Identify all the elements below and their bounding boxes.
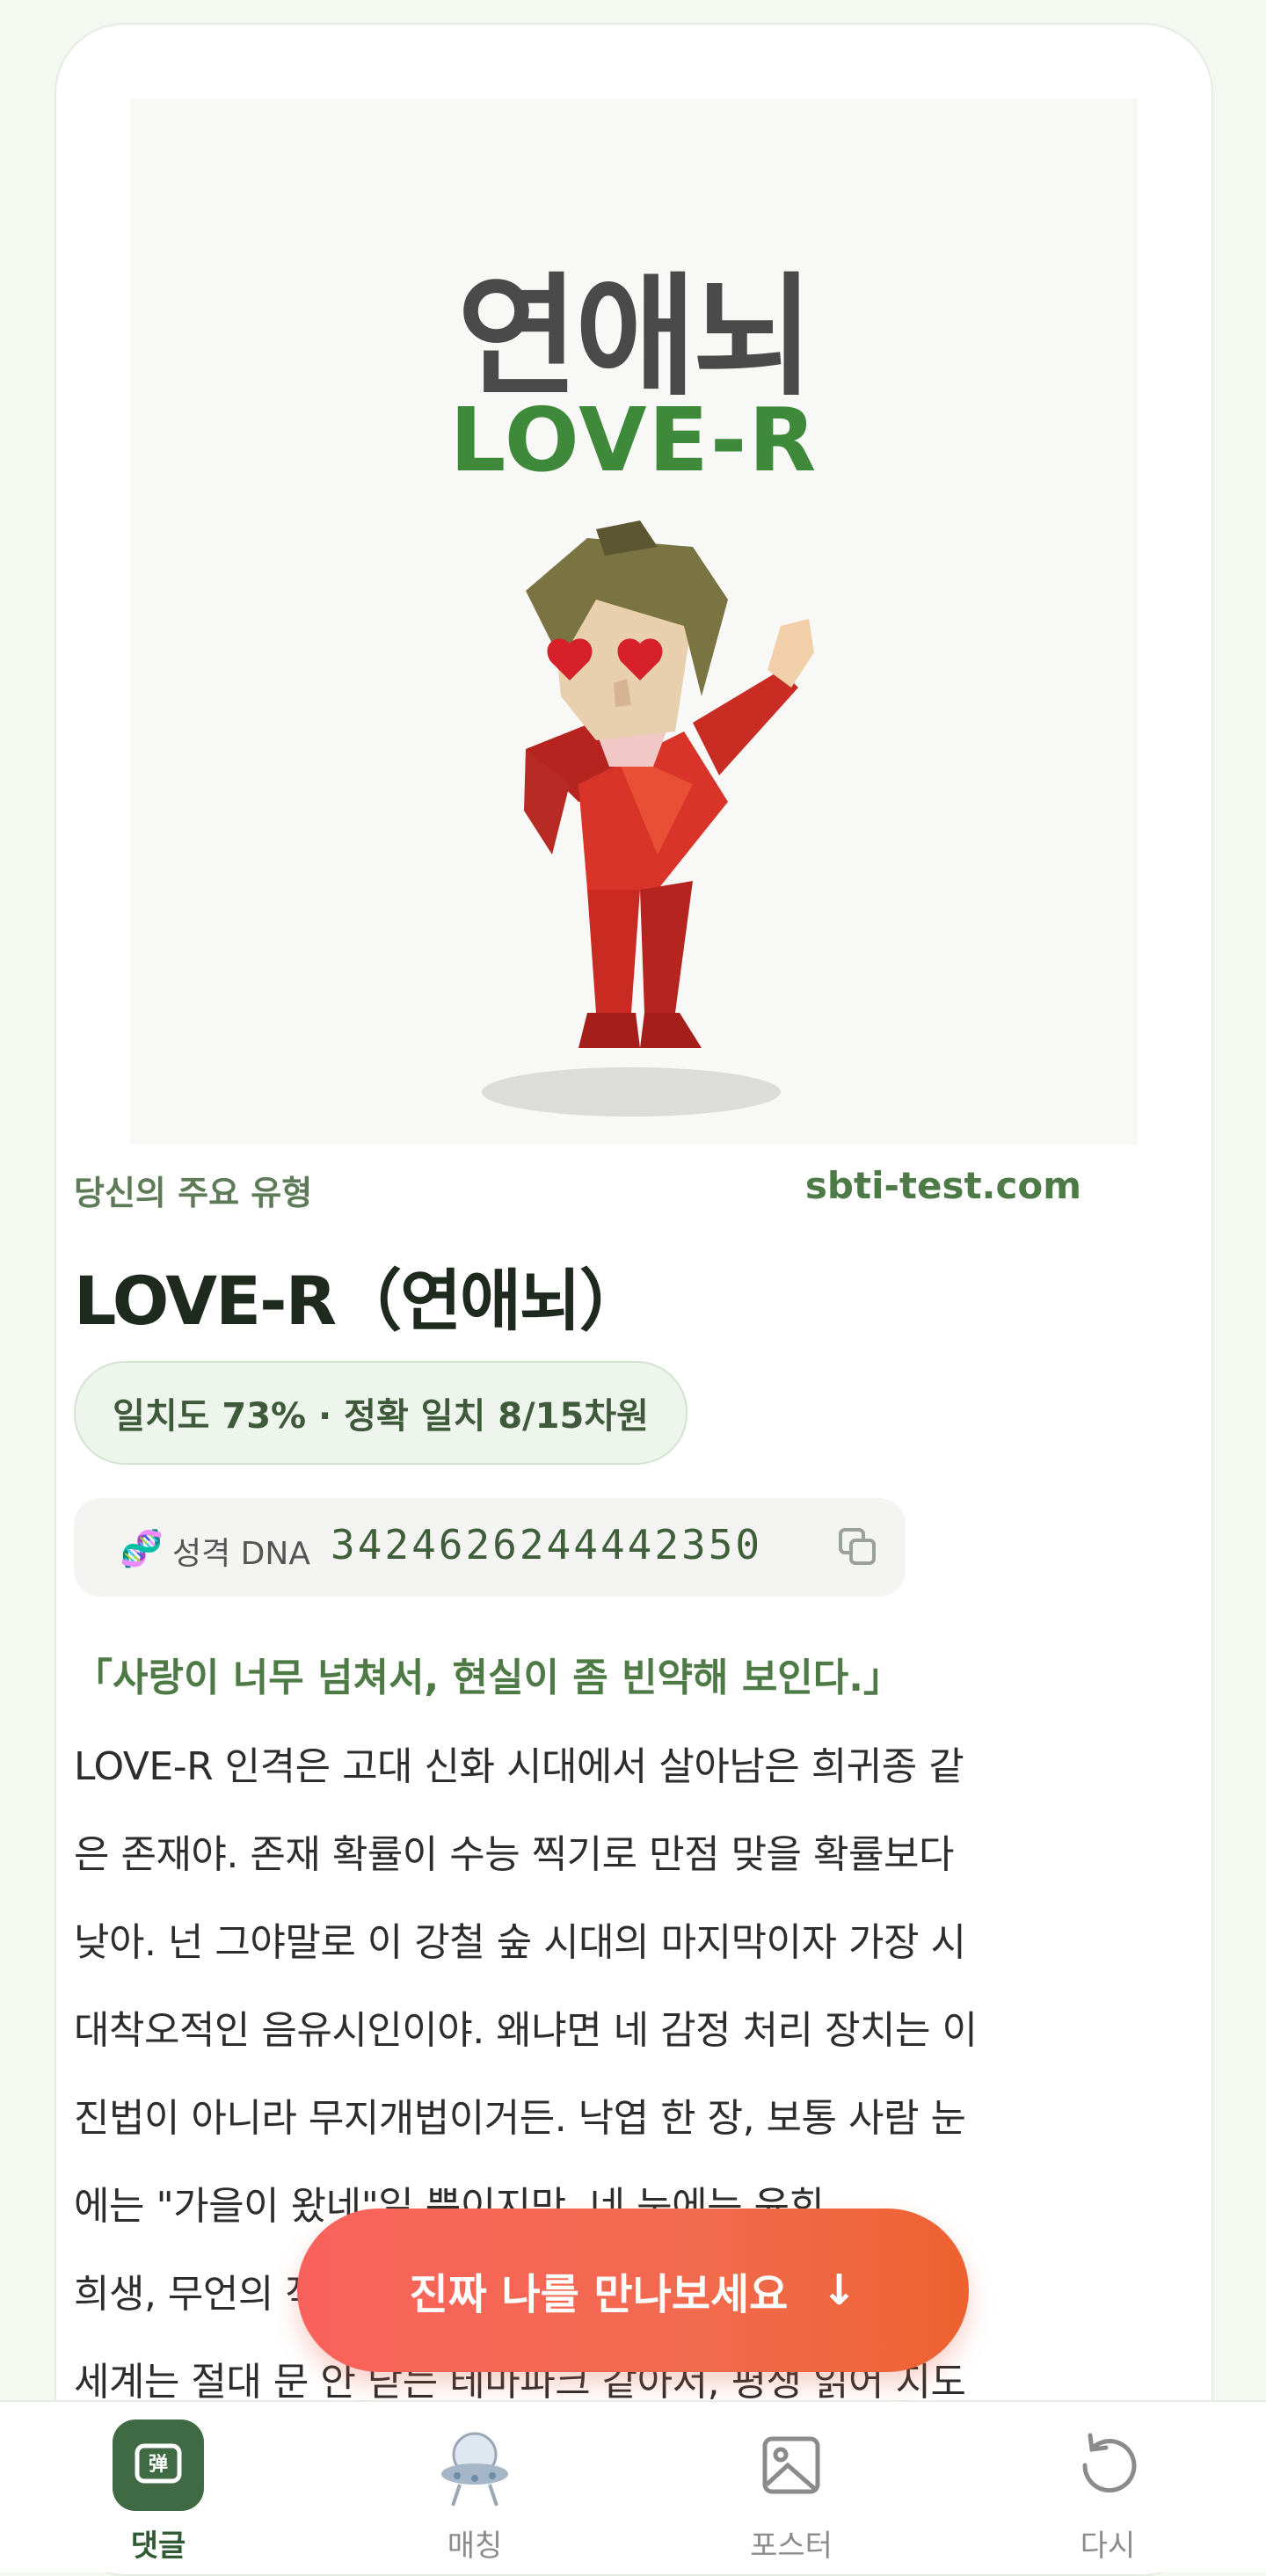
dna-value: 3424626244442350: [331, 1521, 763, 1568]
arrow-down-icon: ↓: [821, 2266, 857, 2315]
meta-row: 당신의 주요 유형 sbti-test.com: [74, 1159, 1081, 1212]
match-badge: 일치도 73% · 정확 일치 8/15차원: [74, 1361, 688, 1465]
tab-poster[interactable]: 포스터: [703, 2402, 879, 2572]
tab-retry[interactable]: 다시: [1020, 2402, 1196, 2572]
site-url: sbti-test.com: [804, 1164, 1081, 1207]
comment-icon: 弹: [113, 2420, 204, 2514]
bottom-tab-bar: 弹 댓글 매칭 포스터 다시: [0, 2400, 1266, 2572]
description-line: 대착오적인 음유시인이야. 왜냐면 네 감정 처리 장치는 이: [74, 2008, 978, 2053]
type-quote: 「사랑이 너무 넘쳐서, 현실이 좀 빈약해 보인다.」: [74, 1655, 902, 1700]
cta-label: 진짜 나를 만나보세요: [409, 2270, 789, 2319]
meet-real-me-button[interactable]: 진짜 나를 만나보세요 ↓: [297, 2209, 969, 2372]
description-line: 진법이 아니라 무지개법이거든. 낙엽 한 장, 보통 사람 눈: [74, 2096, 966, 2141]
hero-code: LOVE-R: [449, 389, 819, 491]
dna-box[interactable]: 🧬 성격 DNA 3424626244442350: [74, 1498, 906, 1597]
character-illustration: [482, 520, 814, 1117]
tab-label: 포스터: [750, 2529, 833, 2564]
description-line: 은 존재야. 존재 확률이 수능 찍기로 만점 맞을 확률보다: [74, 1832, 954, 1877]
description-line: 낮아. 넌 그야말로 이 강철 숲 시대의 마지막이자 가장 시: [74, 1920, 966, 1965]
dna-label: 성격 DNA: [172, 1536, 310, 1572]
copy-icon[interactable]: [837, 1526, 879, 1572]
tab-matching[interactable]: 매칭: [387, 2402, 563, 2572]
tab-label: 댓글: [130, 2529, 186, 2564]
tab-comments[interactable]: 弹 댓글: [70, 2402, 246, 2572]
tab-label: 매칭: [447, 2529, 503, 2564]
refresh-icon: [1062, 2420, 1153, 2514]
svg-text:弹: 弹: [149, 2454, 168, 2476]
tab-label: 다시: [1080, 2529, 1136, 2564]
image-icon: [746, 2420, 837, 2514]
primary-type-label: 당신의 주요 유형: [74, 1174, 313, 1212]
ufo-icon: [435, 2420, 514, 2514]
dna-icon: 🧬: [120, 1529, 164, 1569]
type-title: LOVE-R（연애뇌）: [74, 1262, 646, 1340]
description-line: LOVE-R 인격은 고대 신화 시대에서 살아남은 희귀종 같: [74, 1744, 964, 1789]
hero-image: 연애뇌 LOVE-R: [130, 98, 1138, 1145]
